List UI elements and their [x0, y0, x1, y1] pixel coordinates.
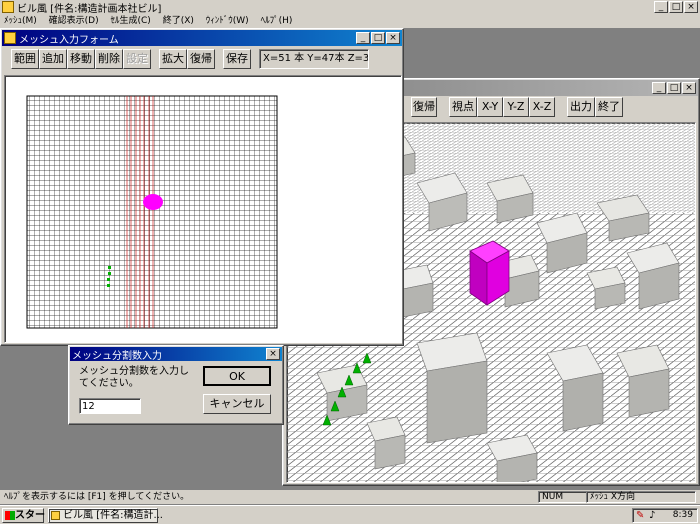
app-title: ビル風 [件名:構造計画本社ビル]	[17, 3, 162, 15]
add-button[interactable]: 追加	[39, 49, 67, 69]
app-maximize-button[interactable]: □	[669, 1, 683, 13]
view-maximize-button[interactable]: □	[667, 82, 681, 94]
mesh-target-building	[143, 194, 163, 210]
menu-bar: ﾒｯｼｭ(M) 確認表示(D) ｾﾙ生成(C) 終了(X) ｳｨﾝﾄﾞｳ(W) …	[0, 14, 700, 28]
status-bar: ﾍﾙﾌﾟを表示するには [F1] を押してください。 NUM ﾒｯｼｭ X方向	[0, 490, 700, 504]
start-button[interactable]: スタート	[2, 508, 55, 523]
taskbar-app-button[interactable]: ビル風 [件名:構造計...	[48, 508, 163, 523]
mesh-maximize-button[interactable]: □	[371, 32, 385, 44]
taskbar: スタート ビル風 [件名:構造計... ✎ ♪ 8:39	[0, 505, 700, 524]
dialog-close-button[interactable]: ×	[266, 348, 280, 360]
pen-icon: ✎	[636, 510, 645, 521]
mesh-window: メッシュ入力フォーム _ □ × 範囲 追加 移動 削除 設定 拡大 復帰 保存…	[0, 28, 404, 346]
save-button[interactable]: 保存	[223, 49, 251, 69]
mesh-window-titlebar: メッシュ入力フォーム _ □ ×	[2, 30, 402, 46]
mesh-division-input[interactable]	[79, 398, 141, 414]
menu-mesh[interactable]: ﾒｯｼｭ(M)	[4, 16, 37, 26]
app-minimize-button[interactable]: _	[654, 1, 668, 13]
taskbar-clock: 8:39	[672, 510, 693, 520]
mesh-minimize-button[interactable]: _	[356, 32, 370, 44]
dialog-prompt: メッシュ分割数を入力してください。	[79, 366, 189, 389]
status-mode: ﾒｯｼｭ X方向	[586, 491, 696, 503]
range-button[interactable]: 範囲	[11, 49, 39, 69]
view-close-button[interactable]: ×	[682, 82, 696, 94]
settings-button[interactable]: 設定	[123, 49, 151, 69]
view-close-button-tool[interactable]: 終了	[595, 97, 623, 117]
mesh-count-status: X=51 本 Y=47本 Z=30本	[259, 49, 369, 69]
ok-button[interactable]: OK	[203, 366, 271, 386]
mesh-division-dialog: メッシュ分割数入力 × メッシュ分割数を入力してください。 OK キャンセル	[68, 345, 284, 425]
volume-icon: ♪	[649, 510, 656, 521]
view-viewpoint-button[interactable]: 視点	[449, 97, 477, 117]
app-close-button[interactable]: ×	[684, 1, 698, 13]
mesh-window-title: メッシュ入力フォーム	[19, 34, 119, 46]
app-icon	[2, 1, 14, 13]
mesh-red-lines	[126, 96, 154, 328]
view-yz-button[interactable]: Y-Z	[503, 97, 529, 117]
status-help-text: ﾍﾙﾌﾟを表示するには [F1] を押してください。	[4, 492, 190, 502]
taskbar-app-label: ビル風 [件名:構造計...	[63, 510, 163, 521]
menu-display[interactable]: 確認表示(D)	[49, 16, 99, 26]
mesh-close-button[interactable]: ×	[386, 32, 400, 44]
menu-exit[interactable]: 終了(X)	[163, 16, 194, 26]
system-tray: ✎ ♪ 8:39	[632, 508, 698, 523]
mesh-window-icon	[4, 32, 16, 44]
menu-window[interactable]: ｳｨﾝﾄﾞｳ(W)	[206, 16, 249, 26]
view-xz-button[interactable]: X-Z	[529, 97, 555, 117]
view-minimize-button[interactable]: _	[652, 82, 666, 94]
view-xy-button[interactable]: X-Y	[477, 97, 503, 117]
move-button[interactable]: 移動	[67, 49, 95, 69]
mesh-grid-area	[26, 95, 278, 329]
app-titlebar: ビル風 [件名:構造計画本社ビル] _ □ ×	[0, 0, 700, 15]
status-num: NUM	[538, 491, 588, 503]
zoom-button[interactable]: 拡大	[159, 49, 187, 69]
view-output-button[interactable]: 出力	[567, 97, 595, 117]
mesh-canvas[interactable]	[4, 75, 402, 343]
view-reset-button[interactable]: 復帰	[411, 97, 437, 117]
dialog-titlebar: メッシュ分割数入力 ×	[70, 347, 282, 362]
taskbar-app-icon	[51, 510, 60, 520]
menu-help[interactable]: ﾍﾙﾌﾟ(H)	[261, 16, 293, 26]
reset-button[interactable]: 復帰	[187, 49, 215, 69]
cancel-button[interactable]: キャンセル	[203, 394, 271, 414]
mesh-grid	[26, 95, 278, 329]
windows-logo-icon	[5, 510, 15, 520]
dialog-title: メッシュ分割数入力	[72, 350, 162, 362]
menu-cell[interactable]: ｾﾙ生成(C)	[111, 16, 151, 26]
delete-button[interactable]: 削除	[95, 49, 123, 69]
